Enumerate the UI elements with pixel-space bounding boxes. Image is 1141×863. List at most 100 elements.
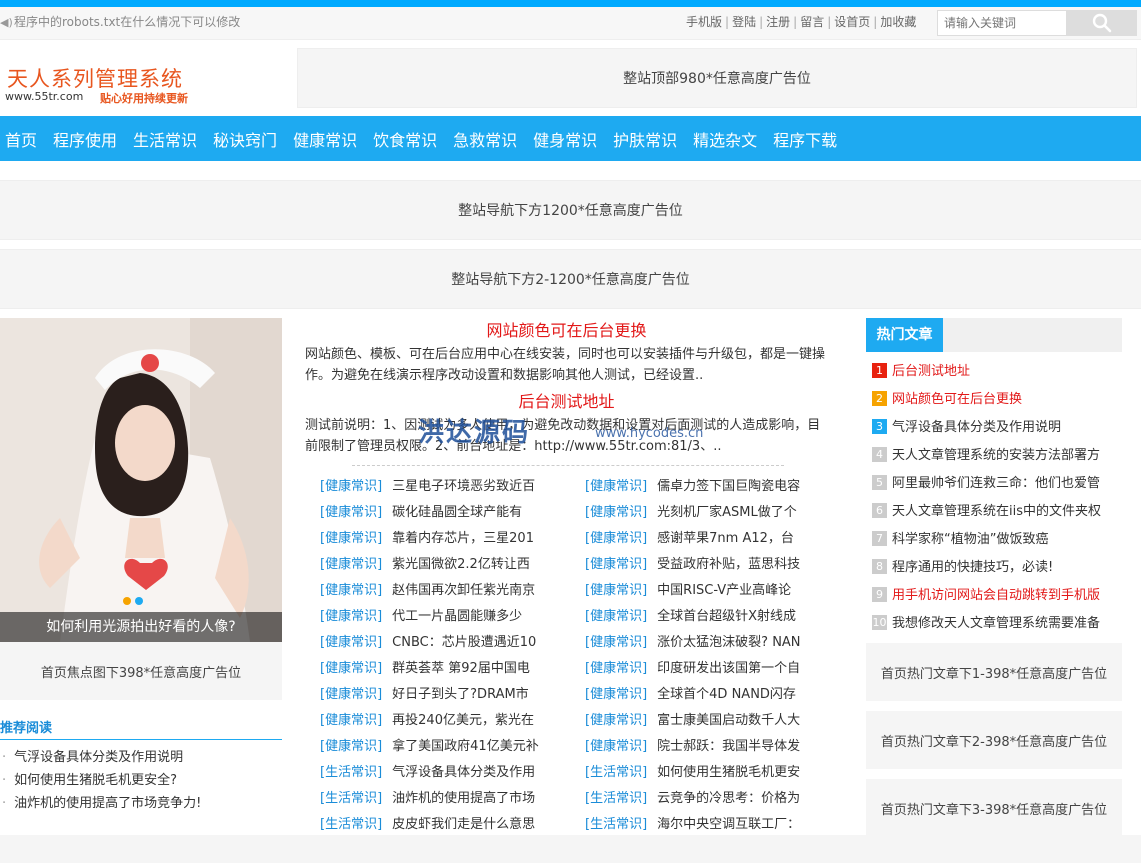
table-row[interactable]: [健康常识] 赵伟国再次卸任紫光南京 (320, 578, 580, 604)
hot-item[interactable]: 1 后台测试地址 (872, 358, 1132, 386)
set-homepage-link[interactable]: 设首页 (834, 15, 870, 29)
nav-first-aid[interactable]: 急救常识 (453, 127, 517, 151)
focus-caption[interactable]: 如何利用光源拍出好看的人像? (0, 612, 282, 642)
hot-item[interactable]: 10 我想修改天人文章管理系统需要准备 (872, 610, 1132, 638)
top-links: 手机版 | 登陆 | 注册 | 留言 | 设首页 | 加收藏 (686, 15, 917, 29)
list-item[interactable]: · 气浮设备具体分类及作用说明 (0, 746, 282, 769)
ad-below-focus[interactable]: 首页焦点图下398*任意高度广告位 (0, 642, 282, 700)
logo-slogan: 贴心好用持续更新 (100, 92, 188, 105)
list-item[interactable]: · 油炸机的使用提高了市场竞争力! (0, 792, 282, 815)
hot-item-title: 程序通用的快捷技巧，必读! (892, 560, 1054, 575)
table-row[interactable]: [健康常识] 群英荟萃 第92届中国电 (320, 656, 580, 682)
top-notice[interactable]: ◀)程序中的robots.txt在什么情况下可以修改 (0, 7, 240, 38)
table-row[interactable]: [健康常识] 涨价太猛泡沫破裂? NAN (585, 630, 845, 656)
rank-badge: 7 (872, 531, 887, 546)
notice-text[interactable]: 程序中的robots.txt在什么情况下可以修改 (14, 15, 240, 29)
watermark-en: www.hycodes.cn (595, 426, 704, 441)
register-link[interactable]: 注册 (766, 15, 790, 29)
logo-url: www.55tr.com (5, 90, 84, 103)
table-row[interactable]: [生活常识] 油炸机的使用提高了市场 (320, 786, 580, 812)
rank-badge: 5 (872, 475, 887, 490)
nav-essays[interactable]: 精选杂文 (693, 127, 757, 151)
hot-item-title: 我想修改天人文章管理系统需要准备 (892, 616, 1101, 631)
table-row[interactable]: [健康常识] 受益政府补贴，蓝思科技 (585, 552, 845, 578)
table-row[interactable]: [健康常识] 富士康美国启动数千人大 (585, 708, 845, 734)
table-row[interactable]: [生活常识] 云竞争的冷思考：价格为 (585, 786, 845, 812)
slide-dots (123, 594, 147, 609)
focus-slideshow[interactable]: 如何利用光源拍出好看的人像? (0, 318, 282, 642)
hot-item[interactable]: 8 程序通用的快捷技巧，必读! (872, 554, 1132, 582)
headline-title[interactable]: 网站颜色可在后台更换 (305, 318, 828, 344)
slide-dot[interactable] (135, 597, 143, 605)
nav-program-usage[interactable]: 程序使用 (53, 127, 117, 151)
table-row[interactable]: [健康常识] 拿了美国政府41亿美元补 (320, 734, 580, 760)
table-row[interactable]: [健康常识] 靠着内存芯片，三星201 (320, 526, 580, 552)
hot-list: 1 后台测试地址 2 网站颜色可在后台更换 3 气浮设备具体分类及作用说明 4 天人文章管理系… (872, 358, 1132, 638)
hot-item[interactable]: 6 天人文章管理系统在iis中的文件夹权 (872, 498, 1132, 526)
nav-secrets[interactable]: 秘诀窍门 (213, 127, 277, 151)
nav-home[interactable]: 首页 (5, 127, 37, 151)
hot-title: 热门文章 (866, 318, 943, 352)
slide-dot-active[interactable] (123, 597, 131, 605)
table-row[interactable]: [健康常识] 中国RISC-V产业高峰论 (585, 578, 845, 604)
nav-downloads[interactable]: 程序下载 (773, 127, 837, 151)
table-row[interactable]: [健康常识] 再投240亿美元，紫光在 (320, 708, 580, 734)
top-banner-strip (0, 0, 1141, 7)
rank-badge: 4 (872, 447, 887, 462)
recommended-title: 推荐阅读 (0, 721, 53, 736)
nav-health[interactable]: 健康常识 (293, 127, 357, 151)
article-list-left: [健康常识] 三星电子环境恶劣致近百 [健康常识] 碳化硅晶圆全球产能有 [健康常识… (320, 474, 580, 838)
ad-hot-1[interactable]: 首页热门文章下1-398*任意高度广告位 (866, 643, 1122, 701)
table-row[interactable]: [健康常识] CNBC：芯片股遭遇近10 (320, 630, 580, 656)
table-row[interactable]: [健康常识] 院士郝跃：我国半导体发 (585, 734, 845, 760)
search-input[interactable] (937, 10, 1067, 36)
rank-badge: 8 (872, 559, 887, 574)
nav-skincare[interactable]: 护肤常识 (613, 127, 677, 151)
table-row[interactable]: [健康常识] 好日子到头了?DRAM市 (320, 682, 580, 708)
table-row[interactable]: [健康常识] 三星电子环境恶劣致近百 (320, 474, 580, 500)
table-row[interactable]: [健康常识] 紫光国微欲2.2亿转让西 (320, 552, 580, 578)
recommended-list: · 气浮设备具体分类及作用说明 · 如何使用生猪脱毛机更安全? · 油炸机的使用提高了… (0, 746, 282, 815)
nav-life-tips[interactable]: 生活常识 (133, 127, 197, 151)
nav-fitness[interactable]: 健身常识 (533, 127, 597, 151)
hot-item-title: 用手机访问网站会自动跳转到手机版 (892, 588, 1101, 603)
table-row[interactable]: [生活常识] 气浮设备具体分类及作用 (320, 760, 580, 786)
rank-badge: 9 (872, 587, 887, 602)
headline-summary: 测试前说明：1、因测试为多人使用，为避免改动数据和设置对后面测试的人造成影响，目… (305, 418, 821, 454)
hot-item[interactable]: 7 科学家称“植物油”做饭致癌 (872, 526, 1132, 554)
login-link[interactable]: 登陆 (732, 15, 756, 29)
hot-item[interactable]: 9 用手机访问网站会自动跳转到手机版 (872, 582, 1132, 610)
list-item[interactable]: · 如何使用生猪脱毛机更安全? (0, 769, 282, 792)
ad-below-nav-1[interactable]: 整站导航下方1200*任意高度广告位 (0, 180, 1141, 240)
mobile-link[interactable]: 手机版 (686, 15, 722, 29)
headline-title[interactable]: 后台测试地址 (305, 389, 828, 415)
ad-below-nav-2[interactable]: 整站导航下方2-1200*任意高度广告位 (0, 249, 1141, 309)
search-icon (1092, 13, 1112, 33)
logo-title: 天人系列管理系统 (7, 67, 183, 91)
table-row[interactable]: [健康常识] 儒卓力签下国巨陶瓷电容 (585, 474, 845, 500)
table-row[interactable]: [健康常识] 碳化硅晶圆全球产能有 (320, 500, 580, 526)
hot-item[interactable]: 2 网站颜色可在后台更换 (872, 386, 1132, 414)
ad-top[interactable]: 整站顶部980*任意高度广告位 (297, 48, 1137, 108)
table-row[interactable]: [健康常识] 全球首个4D NAND闪存 (585, 682, 845, 708)
hot-item[interactable]: 3 气浮设备具体分类及作用说明 (872, 414, 1132, 442)
table-row[interactable]: [健康常识] 光刻机厂家ASML做了个 (585, 500, 845, 526)
add-favorite-link[interactable]: 加收藏 (880, 15, 916, 29)
hot-item[interactable]: 4 天人文章管理系统的安装方法部署方 (872, 442, 1132, 470)
article-list-right: [健康常识] 儒卓力签下国巨陶瓷电容 [健康常识] 光刻机厂家ASML做了个 [健康… (585, 474, 845, 838)
ad-hot-3[interactable]: 首页热门文章下3-398*任意高度广告位 (866, 779, 1122, 837)
rank-badge: 1 (872, 363, 887, 378)
table-row[interactable]: [健康常识] 全球首台超级针X射线成 (585, 604, 845, 630)
recommended-header: 推荐阅读 (0, 710, 282, 740)
table-row[interactable]: [生活常识] 如何使用生猪脱毛机更安 (585, 760, 845, 786)
hot-item[interactable]: 5 阿里最帅爷们连救三命：他们也爱管 (872, 470, 1132, 498)
message-link[interactable]: 留言 (800, 15, 824, 29)
table-row[interactable]: [健康常识] 感谢苹果7nm A12，台 (585, 526, 845, 552)
rank-badge: 2 (872, 391, 887, 406)
table-row[interactable]: [健康常识] 代工一片晶圆能赚多少 (320, 604, 580, 630)
nav-diet[interactable]: 饮食常识 (373, 127, 437, 151)
search-button[interactable] (1067, 10, 1137, 36)
rank-badge: 10 (872, 615, 887, 630)
table-row[interactable]: [健康常识] 印度研发出该国第一个自 (585, 656, 845, 682)
ad-hot-2[interactable]: 首页热门文章下2-398*任意高度广告位 (866, 711, 1122, 769)
